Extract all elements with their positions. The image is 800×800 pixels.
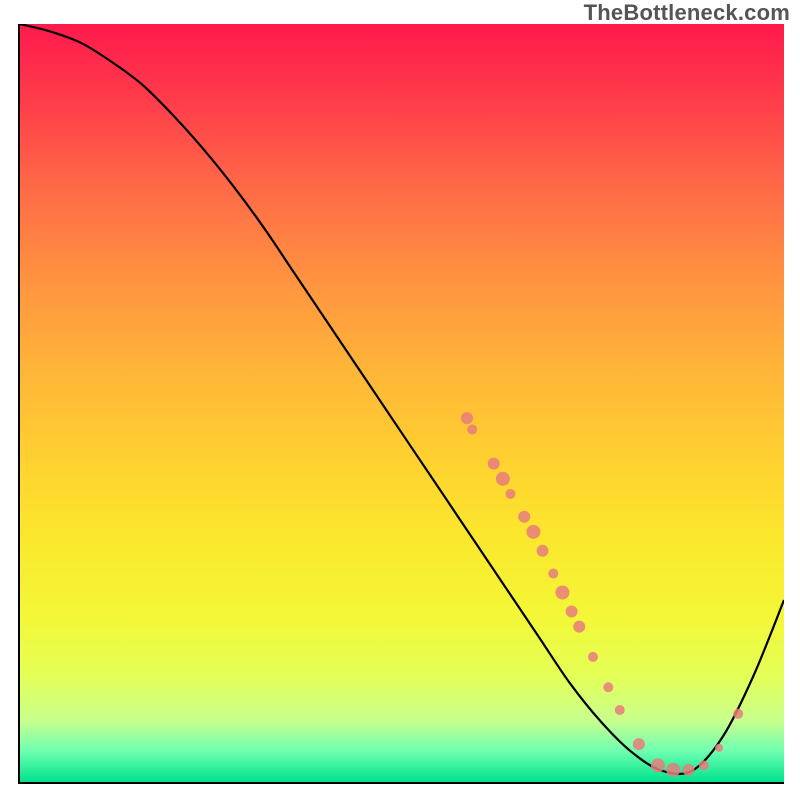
data-marker [715, 744, 723, 752]
data-marker [588, 652, 598, 662]
data-marker [488, 458, 500, 470]
data-marker [496, 472, 510, 486]
data-marker [683, 764, 695, 776]
data-marker [666, 763, 680, 777]
data-marker [526, 525, 540, 539]
bottleneck-curve [20, 24, 784, 774]
data-marker [518, 511, 530, 523]
data-marker [699, 760, 709, 770]
data-marker [461, 412, 473, 424]
data-marker [555, 586, 569, 600]
plot-area [18, 24, 784, 784]
data-marker [603, 682, 613, 692]
data-marker [733, 709, 743, 719]
data-marker [566, 605, 578, 617]
watermark-text: TheBottleneck.com [584, 0, 790, 26]
data-marker [548, 569, 558, 579]
data-marker [537, 545, 549, 557]
data-marker [615, 705, 625, 715]
curve-svg [20, 24, 784, 782]
chart-container: TheBottleneck.com [0, 0, 800, 800]
data-marker [633, 738, 645, 750]
data-marker [573, 621, 585, 633]
data-marker [467, 425, 477, 435]
data-marker [505, 489, 515, 499]
data-marker [651, 758, 665, 772]
